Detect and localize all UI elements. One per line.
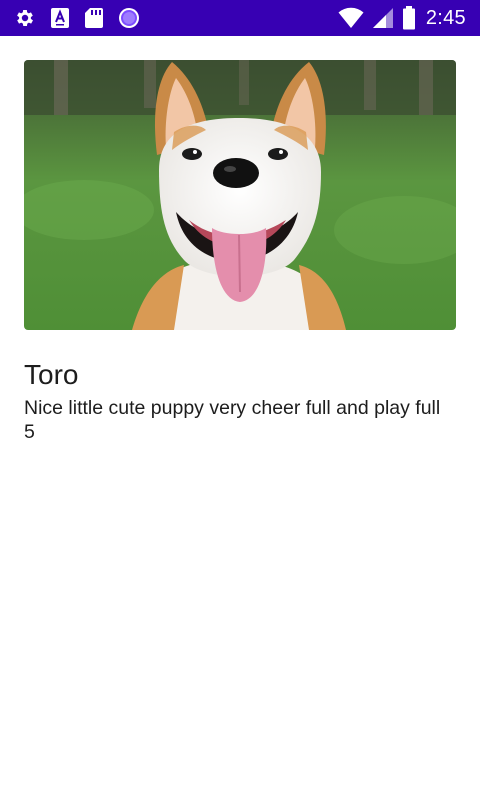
dog-age: 5	[24, 421, 35, 443]
cellular-signal-icon	[372, 7, 394, 29]
wifi-icon	[338, 7, 364, 29]
battery-icon	[402, 6, 416, 30]
dog-description: Nice little cute puppy very cheer full a…	[24, 397, 441, 419]
status-bar: 2:45	[0, 0, 480, 36]
dog-name: Toro	[24, 359, 79, 390]
dog-photo	[24, 60, 456, 330]
settings-icon	[14, 7, 36, 29]
status-bar-left	[14, 7, 154, 29]
dog-detail: Toro Nice little cute puppy very cheer f…	[24, 60, 456, 444]
circle-app-icon	[118, 7, 140, 29]
status-bar-right: 2:45	[330, 6, 466, 30]
text-app-icon	[50, 7, 70, 29]
status-clock: 2:45	[425, 6, 466, 29]
sd-card-icon	[84, 7, 104, 29]
